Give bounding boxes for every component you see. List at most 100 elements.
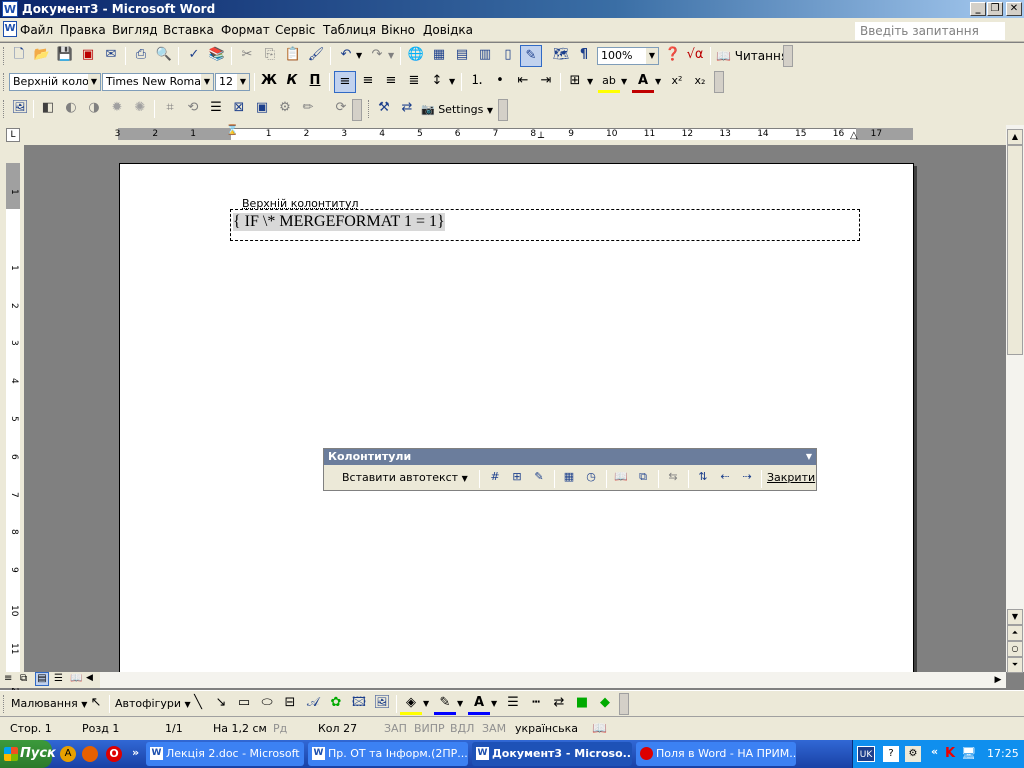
toolbar-options-icon[interactable]: [498, 99, 508, 121]
borders-icon[interactable]: ⊞: [564, 71, 586, 93]
columns-icon[interactable]: ▯: [497, 45, 519, 67]
chevron-down-icon[interactable]: ▼: [646, 48, 658, 64]
line-style-icon[interactable]: ☰: [502, 693, 524, 715]
word-app-icon[interactable]: W: [2, 1, 18, 17]
line-icon[interactable]: ╲: [187, 693, 209, 715]
fill-color-icon[interactable]: ◈: [400, 693, 422, 715]
highlight-icon[interactable]: ab: [598, 71, 620, 93]
tables-borders-icon[interactable]: ▦: [428, 45, 450, 67]
zoom-select[interactable]: 100% ▼: [597, 47, 659, 65]
insert-page-count-icon[interactable]: ⊞: [506, 467, 528, 489]
clipart-icon[interactable]: 🖾: [348, 693, 370, 715]
picture-icon[interactable]: 🖼: [371, 693, 393, 715]
line-color-icon[interactable]: ✎: [434, 693, 456, 715]
set-transparent-icon[interactable]: ✏: [297, 98, 319, 120]
paste-icon[interactable]: 📋: [282, 45, 304, 67]
insert-table-icon[interactable]: ▤: [451, 45, 473, 67]
field-code[interactable]: { IF \* MERGEFORMAT 1 = 1}: [233, 213, 445, 231]
font-color-dropdown-icon[interactable]: ▼: [655, 77, 661, 86]
insert-picture-icon[interactable]: 🖼: [9, 98, 31, 120]
insert-excel-icon[interactable]: ▥: [474, 45, 496, 67]
print-layout-view-icon[interactable]: ▤: [35, 672, 49, 686]
less-contrast-icon[interactable]: ◑: [83, 98, 105, 120]
scroll-right-icon[interactable]: ▶: [990, 672, 1006, 688]
drawing-font-color-icon[interactable]: A: [468, 693, 490, 715]
maximize-button[interactable]: ❐: [987, 2, 1003, 16]
chevron-down-icon[interactable]: ▼: [201, 74, 213, 90]
increase-indent-icon[interactable]: ⇥: [535, 71, 557, 93]
vertical-scrollbar[interactable]: ▲ ▼ ⏶ ○ ⏷: [1006, 125, 1024, 673]
menu-tools[interactable]: Сервіс: [275, 23, 315, 37]
field-name-icon[interactable]: ⇄: [396, 98, 418, 120]
menu-help[interactable]: Довідка: [423, 23, 473, 37]
right-indent-marker[interactable]: △: [850, 130, 858, 141]
network-icon[interactable]: 🖥: [961, 746, 976, 760]
font-color-icon[interactable]: A: [632, 71, 654, 93]
quicklaunch-icon[interactable]: A: [60, 746, 76, 762]
line-color-dropdown-icon[interactable]: ▼: [457, 699, 463, 708]
chevron-down-icon[interactable]: ▼: [237, 74, 249, 90]
research-icon[interactable]: 📚: [206, 45, 228, 67]
menu-view[interactable]: Вигляд: [112, 23, 158, 37]
fill-dropdown-icon[interactable]: ▼: [423, 699, 429, 708]
document-area[interactable]: Верхній колонтитул { IF \* MERGEFORMAT 1…: [24, 145, 1006, 672]
insert-autotext-dropdown[interactable]: Вставити автотекст ▼: [342, 471, 468, 484]
status-trk[interactable]: ВИПР: [414, 722, 445, 735]
same-as-previous-icon[interactable]: ⇆: [662, 467, 684, 489]
insert-page-number-icon[interactable]: #: [484, 467, 506, 489]
drawing-menu[interactable]: Малювання ▼: [11, 697, 87, 710]
toolbar-caption[interactable]: Колонтитули ▼: [324, 449, 816, 465]
3d-style-icon[interactable]: ◆: [594, 693, 616, 715]
menu-edit[interactable]: Правка: [60, 23, 106, 37]
menu-insert[interactable]: Вставка: [163, 23, 214, 37]
autoshapes-menu[interactable]: Автофігури ▼: [115, 697, 191, 710]
horizontal-ruler[interactable]: L 3 2 1 1 2 3 4 5 6 7 8 9 10 11 12 13 14 15 16 17 ⌛ ┴ △: [0, 125, 1024, 145]
align-left-icon[interactable]: ≡: [334, 71, 356, 93]
borders-dropdown-icon[interactable]: ▼: [587, 77, 593, 86]
insert-time-icon[interactable]: ◷: [580, 467, 602, 489]
document-map-icon[interactable]: 🗺: [550, 45, 572, 67]
less-brightness-icon[interactable]: ✺: [129, 98, 151, 120]
language-indicator[interactable]: UK: [857, 746, 875, 762]
justify-icon[interactable]: ≣: [403, 71, 425, 93]
vertical-ruler[interactable]: 1123456789101112: [0, 145, 24, 692]
switch-header-footer-icon[interactable]: ⇅: [692, 467, 714, 489]
crop-icon[interactable]: ⌗: [159, 98, 181, 120]
settings-dropdown[interactable]: 📷 Settings ▼: [421, 103, 493, 116]
fields-icon[interactable]: ⚒: [373, 98, 395, 120]
settings-tray-icon[interactable]: ⚙: [905, 746, 921, 762]
toolbar-options-icon[interactable]: [619, 693, 629, 715]
open-icon[interactable]: 📂: [31, 45, 53, 67]
scroll-up-icon[interactable]: ▲: [1007, 129, 1023, 145]
arrow-icon[interactable]: ↘: [210, 693, 232, 715]
task-button[interactable]: W Лекція 2.doc - Microsoft ...: [146, 742, 304, 766]
page-setup-icon[interactable]: 📖: [610, 467, 632, 489]
close-header-footer-button[interactable]: Закрити: [767, 471, 815, 484]
help-icon[interactable]: ❓: [662, 45, 684, 67]
more-brightness-icon[interactable]: ✹: [106, 98, 128, 120]
toolbar-options-icon[interactable]: [352, 99, 362, 121]
bold-button[interactable]: Ж: [258, 71, 280, 93]
toolbar-options-icon[interactable]: [714, 71, 724, 93]
text-wrap-icon[interactable]: ▣: [251, 98, 273, 120]
superscript-button[interactable]: x²: [666, 71, 688, 93]
italic-button[interactable]: К: [281, 71, 303, 93]
reading-layout-icon[interactable]: 📖: [70, 673, 82, 684]
status-rec[interactable]: ЗАП: [384, 722, 407, 735]
format-painter-icon[interactable]: 🖌: [305, 45, 327, 67]
status-language[interactable]: українська: [515, 722, 578, 735]
page[interactable]: Верхній колонтитул { IF \* MERGEFORMAT 1…: [119, 163, 914, 672]
show-hide-icon[interactable]: ¶: [573, 45, 595, 67]
rectangle-icon[interactable]: ▭: [233, 693, 255, 715]
undo-icon[interactable]: ↶: [335, 45, 357, 67]
show-hidden-icons[interactable]: «: [931, 745, 938, 758]
select-browse-object-icon[interactable]: ○: [1007, 641, 1023, 657]
wordart-icon[interactable]: 𝒜: [302, 693, 324, 715]
highlight-dropdown-icon[interactable]: ▼: [621, 77, 627, 86]
web-view-icon[interactable]: ⧉: [20, 673, 27, 684]
toolbar-grip[interactable]: [368, 100, 372, 118]
print-preview-icon[interactable]: 🔍: [153, 45, 175, 67]
hyperlink-icon[interactable]: 🌐: [405, 45, 427, 67]
menu-table[interactable]: Таблиця: [323, 23, 376, 37]
document-icon[interactable]: W: [3, 21, 17, 37]
